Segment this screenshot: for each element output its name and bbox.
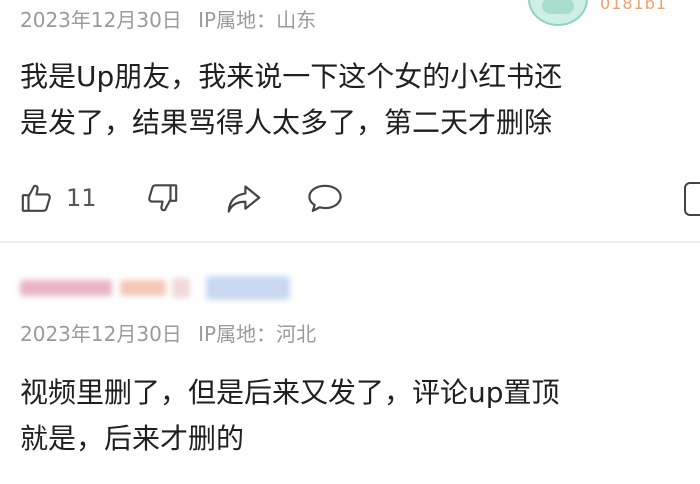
share-icon (226, 183, 262, 215)
comment-1-text: 我是Up朋友，我来说一下这个女的小红书还 是发了，结果骂得人太多了，第二天才删除 (20, 54, 690, 146)
comment-divider (0, 241, 700, 243)
comment-1-ip-location: IP属地：山东 (198, 8, 317, 32)
like-button[interactable]: 11 (20, 181, 97, 215)
comment-2-date: 2023年12月30日 (20, 322, 182, 346)
more-options-icon[interactable] (684, 182, 700, 216)
comment-1-meta: 2023年12月30日 IP属地：山东 (20, 4, 326, 33)
thumbs-up-icon (20, 181, 54, 215)
comment-button[interactable] (306, 181, 344, 215)
dislike-button[interactable] (145, 181, 179, 215)
comment-2-meta: 2023年12月30日 IP属地：河北 (20, 318, 326, 347)
comment-icon (306, 181, 344, 215)
comment-2-ip-location: IP属地：河北 (198, 322, 317, 346)
comment-1-text-line-1: 我是Up朋友，我来说一下这个女的小红书还 (20, 60, 563, 93)
comment-1-avatar[interactable] (528, 0, 588, 26)
comment-1-badge: 0181b1 (600, 0, 668, 13)
comment-2-text-line-1: 视频里删了，但是后来又发了，评论up置顶 (20, 376, 560, 409)
thumbs-down-icon (145, 181, 179, 215)
comment-2-username[interactable] (20, 274, 300, 304)
comment-2-text: 视频里删了，但是后来又发了，评论up置顶 就是，后来才删的 (20, 370, 690, 462)
comment-1-date: 2023年12月30日 (20, 8, 182, 32)
share-button[interactable] (226, 183, 262, 215)
like-count: 11 (66, 184, 97, 212)
comment-2-text-line-2: 就是，后来才删的 (20, 422, 245, 455)
comment-1-text-line-2: 是发了，结果骂得人太多了，第二天才删除 (20, 106, 553, 139)
